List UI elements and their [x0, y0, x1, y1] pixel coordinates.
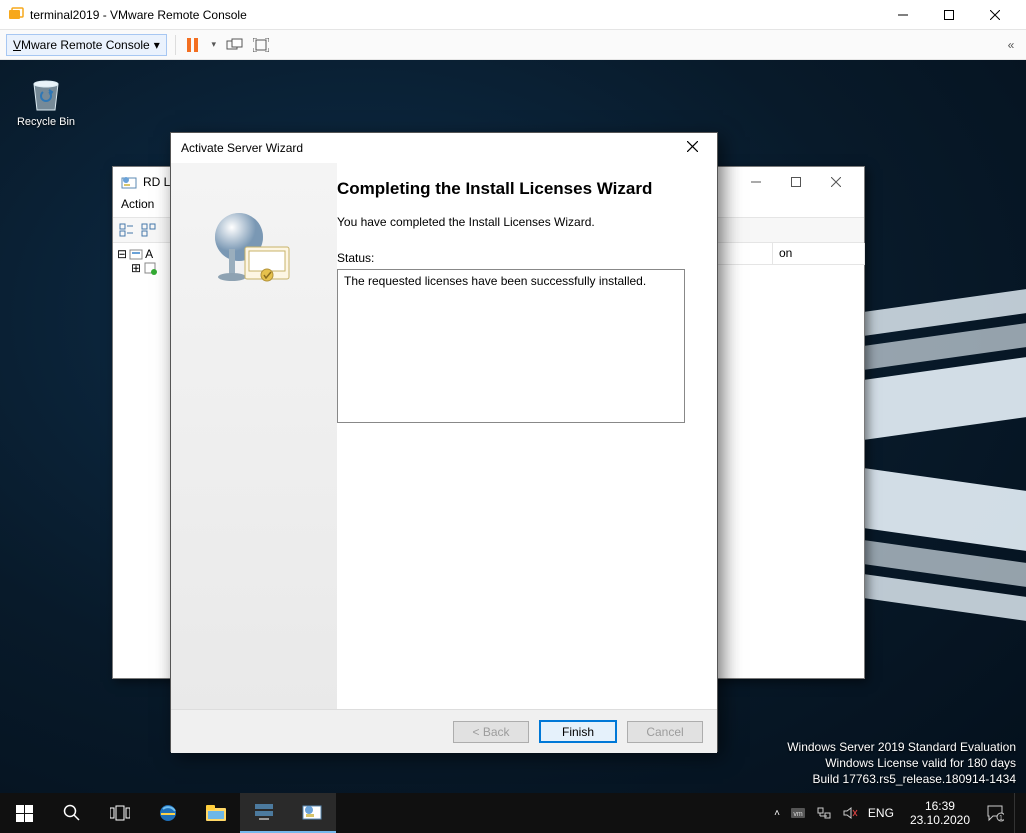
recycle-bin-label: Recycle Bin: [10, 116, 82, 128]
taskbar-explorer-icon[interactable]: [192, 793, 240, 833]
wizard-main-panel: Completing the Install Licenses Wizard Y…: [337, 163, 717, 709]
tray-up-caret-icon[interactable]: ˄: [774, 808, 780, 819]
rd-column-header-right[interactable]: on: [773, 243, 865, 265]
search-button[interactable]: [48, 793, 96, 833]
dropdown-caret-icon: ▾: [154, 38, 160, 52]
server-group-icon: [129, 247, 143, 261]
taskbar-ie-icon[interactable]: [144, 793, 192, 833]
watermark-line1: Windows Server 2019 Standard Evaluation: [787, 739, 1016, 755]
taskbar: ˄ vm ENG 16:39 23.10.2020 1: [0, 793, 1026, 833]
vmware-app-icon: [8, 7, 24, 23]
tray-network-icon[interactable]: [816, 806, 832, 820]
rd-window-title: RD L: [143, 175, 170, 189]
start-button[interactable]: [0, 793, 48, 833]
wizard-button-row: < Back Finish Cancel: [171, 709, 717, 753]
tree-expand-icon[interactable]: ⊞: [131, 261, 141, 275]
rd-tool-icon-1[interactable]: [119, 222, 135, 238]
tray-action-center-icon[interactable]: 1: [986, 804, 1004, 822]
taskbar-rd-licensing-icon[interactable]: [288, 793, 336, 833]
rd-close-button[interactable]: [816, 167, 856, 197]
task-view-button[interactable]: [96, 793, 144, 833]
tray-date: 23.10.2020: [910, 813, 970, 827]
activate-server-wizard-dialog: Activate Server Wizard: [170, 132, 718, 752]
watermark-line2: Windows License valid for 180 days: [787, 755, 1016, 771]
guest-desktop[interactable]: Recycle Bin RD L Action ⊟ A ⊞: [0, 60, 1026, 793]
tree-collapse-icon[interactable]: ⊟: [117, 247, 127, 261]
fullscreen-icon[interactable]: [252, 36, 270, 54]
taskbar-server-manager-icon[interactable]: [240, 793, 288, 833]
wizard-close-button[interactable]: [677, 141, 707, 155]
rd-minimize-button[interactable]: [736, 167, 776, 197]
cancel-button: Cancel: [627, 721, 703, 743]
finish-button[interactable]: Finish: [539, 720, 617, 743]
svg-text:vm: vm: [793, 811, 803, 818]
wizard-title: Activate Server Wizard: [181, 141, 303, 155]
vmware-toolbar: VMware Remote Console ▾ ▾ «: [0, 30, 1026, 60]
recycle-bin-desktop-icon[interactable]: Recycle Bin: [10, 72, 82, 128]
send-ctrl-alt-del-icon[interactable]: [226, 36, 244, 54]
vmware-close-button[interactable]: [972, 0, 1018, 30]
wizard-status-label: Status:: [337, 251, 695, 265]
vmware-titlebar: terminal2019 - VMware Remote Console: [0, 0, 1026, 30]
vmware-window-title: terminal2019 - VMware Remote Console: [30, 8, 247, 22]
svg-text:1: 1: [999, 815, 1003, 822]
rd-maximize-button[interactable]: [776, 167, 816, 197]
wizard-heading: Completing the Install Licenses Wizard: [337, 179, 657, 199]
tray-language-indicator[interactable]: ENG: [868, 806, 894, 820]
pause-dropdown-caret-icon[interactable]: ▾: [210, 36, 218, 54]
wizard-status-box: The requested licenses have been success…: [337, 269, 685, 423]
server-icon: [143, 261, 157, 275]
wizard-titlebar[interactable]: Activate Server Wizard: [171, 133, 717, 163]
tree-root-label: A: [145, 247, 153, 261]
wizard-graphic-icon: [209, 203, 299, 293]
wizard-status-text: The requested licenses have been success…: [344, 274, 646, 288]
pause-button[interactable]: [184, 36, 202, 54]
show-desktop-button[interactable]: [1014, 793, 1020, 833]
vmware-maximize-button[interactable]: [926, 0, 972, 30]
tray-vmware-tools-icon[interactable]: vm: [790, 806, 806, 820]
rd-tool-icon-2[interactable]: [141, 222, 157, 238]
wizard-side-panel: [171, 163, 337, 709]
rd-licensing-icon: [121, 174, 137, 190]
windows-watermark: Windows Server 2019 Standard Evaluation …: [787, 739, 1016, 787]
tray-volume-muted-icon[interactable]: [842, 806, 858, 820]
tray-time: 16:39: [910, 799, 970, 813]
recycle-bin-icon: [25, 72, 67, 114]
back-button: < Back: [453, 721, 529, 743]
tray-clock[interactable]: 16:39 23.10.2020: [904, 799, 976, 827]
collapse-toolbar-icon[interactable]: «: [1002, 36, 1020, 54]
system-tray[interactable]: ˄ vm ENG 16:39 23.10.2020 1: [768, 793, 1026, 833]
vmware-console-menu[interactable]: VMware Remote Console ▾: [6, 34, 167, 56]
vmware-minimize-button[interactable]: [880, 0, 926, 30]
wizard-subtitle: You have completed the Install Licenses …: [337, 215, 695, 229]
watermark-line3: Build 17763.rs5_release.180914-1434: [787, 771, 1016, 787]
